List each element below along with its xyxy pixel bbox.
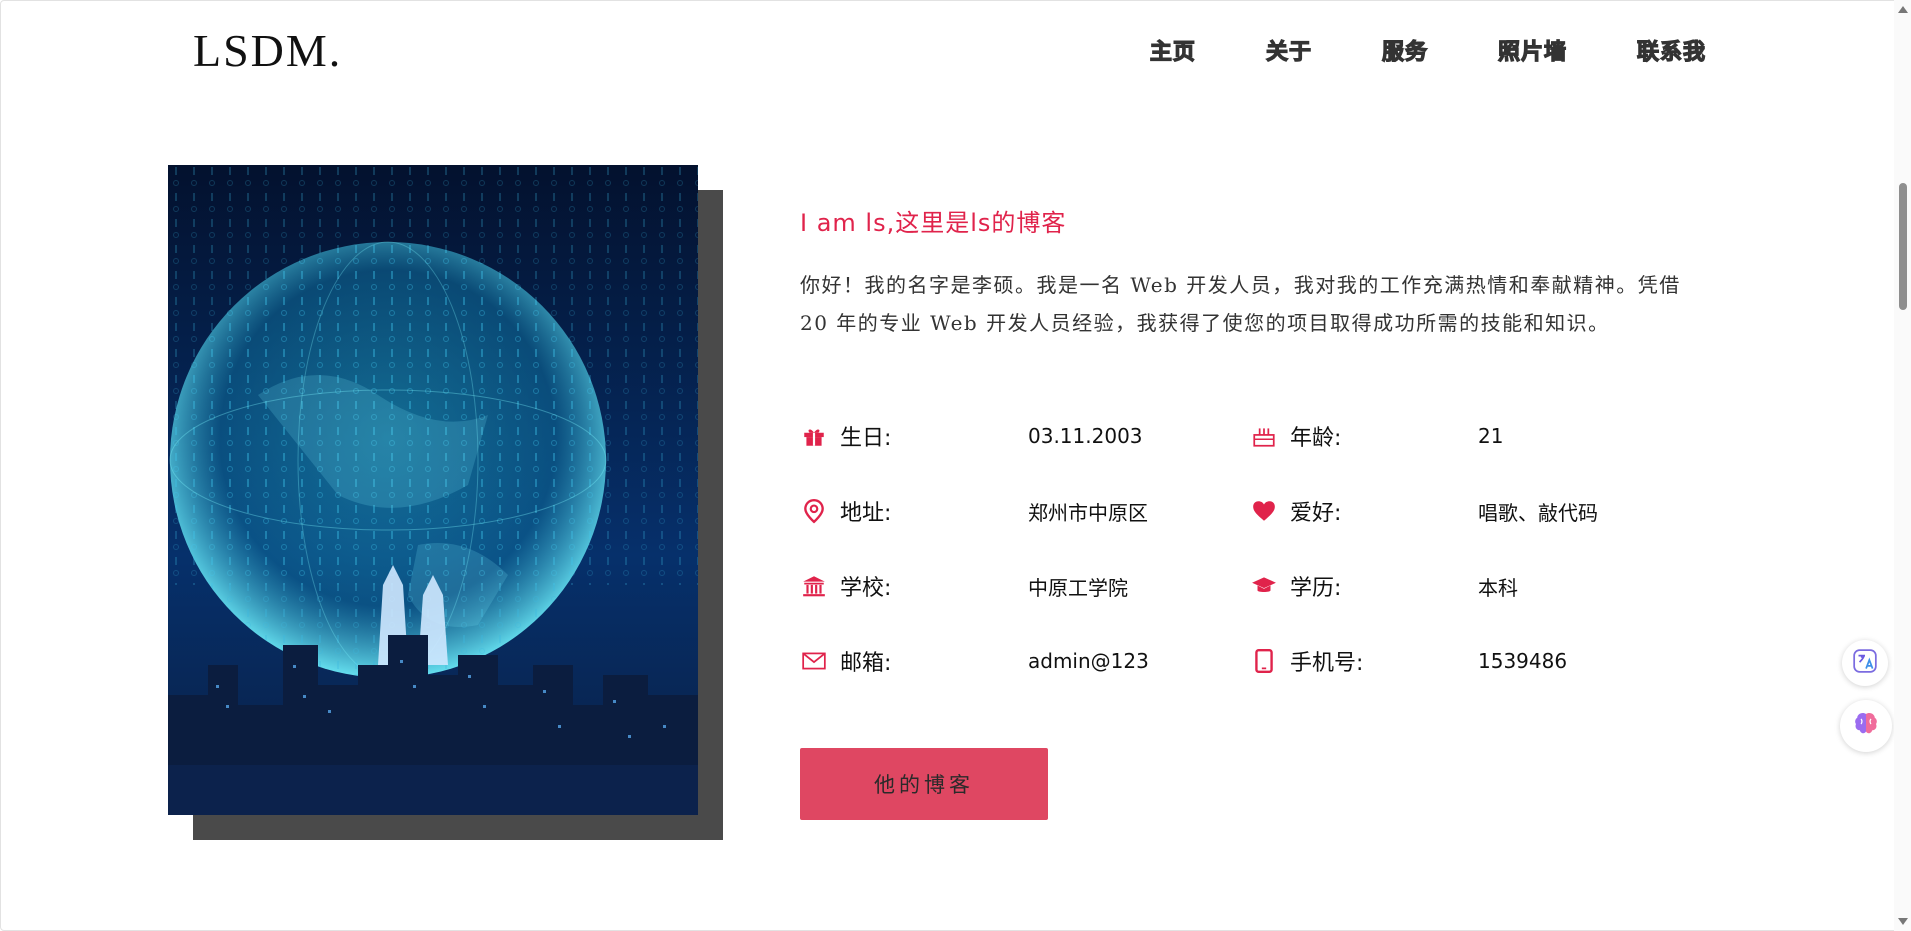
about-intro: 你好！我的名字是李硕。我是一名 Web 开发人员，我对我的工作充满热情和奉献精神… [800, 273, 1681, 335]
info-row: 地址: 郑州市中原区 爱好: 唱歌、敲代码 [800, 495, 1700, 570]
scroll-down-arrow-icon[interactable] [1898, 918, 1908, 925]
degree-value: 本科 [1478, 575, 1518, 600]
his-blog-button[interactable]: 他的博客 [800, 748, 1048, 820]
envelope-icon [800, 647, 828, 675]
brain-icon [1851, 709, 1881, 743]
phone-label: 手机号: [1290, 651, 1364, 676]
gift-icon [800, 422, 828, 450]
email-value: admin@123 [1028, 649, 1149, 673]
nav-link-services[interactable]: 服务 [1381, 34, 1428, 66]
hero-image [168, 165, 698, 815]
location-pin-icon [800, 497, 828, 525]
scrollbar-thumb[interactable] [1899, 183, 1907, 310]
translate-extension-button[interactable] [1842, 640, 1888, 686]
hobby-value: 唱歌、敲代码 [1478, 500, 1598, 525]
nav-link-about[interactable]: 关于 [1265, 34, 1312, 66]
hobby-label: 爱好: [1290, 501, 1342, 526]
ai-assistant-extension-button[interactable] [1840, 700, 1892, 752]
heart-icon [1250, 497, 1278, 525]
about-subtitle: I am ls,这里是ls的博客 [800, 209, 1067, 237]
main-nav: 主页 关于 服务 照片墙 联系我 [1080, 34, 1706, 66]
birthday-label: 生日: [840, 426, 892, 451]
school-label: 学校: [840, 576, 892, 601]
info-grid: 生日: 03.11.2003 年龄: 21 地址: 郑州市中原区 爱好: 唱歌、… [800, 420, 1700, 720]
graduation-cap-icon [1250, 572, 1278, 600]
address-value: 郑州市中原区 [1028, 500, 1148, 525]
address-label: 地址: [840, 501, 892, 526]
nav-link-contact[interactable]: 联系我 [1636, 34, 1706, 66]
info-item-email: 邮箱: admin@123 [800, 645, 1250, 677]
info-item-degree: 学历: 本科 [1250, 570, 1700, 602]
info-item-birthday: 生日: 03.11.2003 [800, 420, 1250, 452]
email-label: 邮箱: [840, 651, 892, 676]
age-value: 21 [1478, 424, 1504, 448]
age-label: 年龄: [1290, 426, 1342, 451]
nav-link-photo-wall[interactable]: 照片墙 [1497, 34, 1567, 66]
info-row: 学校: 中原工学院 学历: 本科 [800, 570, 1700, 645]
site-logo[interactable]: LSDM. [193, 24, 342, 77]
nav-link-home[interactable]: 主页 [1149, 34, 1196, 66]
vertical-scrollbar[interactable] [1894, 0, 1911, 931]
info-row: 生日: 03.11.2003 年龄: 21 [800, 420, 1700, 495]
school-building-icon [800, 572, 828, 600]
info-item-hobby: 爱好: 唱歌、敲代码 [1250, 495, 1700, 527]
birthday-value: 03.11.2003 [1028, 424, 1143, 448]
info-item-school: 学校: 中原工学院 [800, 570, 1250, 602]
school-value: 中原工学院 [1028, 575, 1128, 600]
info-row: 邮箱: admin@123 手机号: 1539486 [800, 645, 1700, 720]
translate-icon [1852, 648, 1878, 678]
mobile-phone-icon [1250, 647, 1278, 675]
info-item-age: 年龄: 21 [1250, 420, 1700, 452]
degree-label: 学历: [1290, 576, 1342, 601]
info-item-address: 地址: 郑州市中原区 [800, 495, 1250, 527]
phone-value: 1539486 [1478, 649, 1568, 673]
cake-icon [1250, 422, 1278, 450]
info-item-phone: 手机号: 1539486 [1250, 645, 1700, 677]
scroll-up-arrow-icon[interactable] [1898, 6, 1908, 13]
